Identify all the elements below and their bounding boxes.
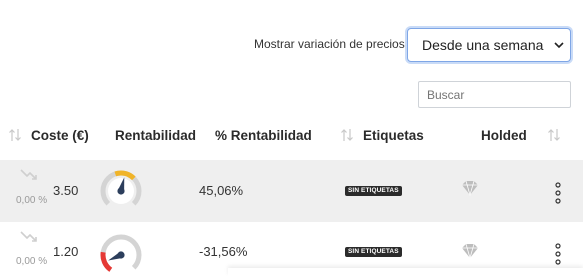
tag-badge: SIN ETIQUETAS [345, 247, 402, 257]
price-variation-filter: Mostrar variación de precios Desde una s… [0, 26, 583, 64]
price-variation-value: 0,00 % [16, 256, 48, 267]
kebab-menu-icon[interactable] [555, 182, 561, 204]
rentabilidad-gauge [100, 170, 142, 206]
column-header-rentabilidad-pct[interactable]: % Rentabilidad [215, 128, 312, 143]
cost-value: 1.20 [53, 244, 79, 259]
gauge-hub [117, 251, 125, 259]
column-header-rentabilidad[interactable]: Rentabilidad [115, 128, 196, 143]
column-header-cost[interactable]: Coste (€) [31, 128, 89, 143]
sort-arrows-icon[interactable] [8, 127, 22, 143]
cost-value: 3.50 [53, 183, 79, 198]
kebab-menu-icon[interactable] [555, 243, 561, 265]
sort-arrows-icon[interactable] [547, 127, 561, 143]
sort-arrows-icon[interactable] [340, 127, 354, 143]
period-select[interactable]: Desde una semana [407, 28, 571, 62]
holded-diamond-icon[interactable] [461, 243, 479, 259]
holded-diamond-icon[interactable] [461, 180, 479, 196]
trend-down-icon [20, 169, 37, 180]
period-select-value: Desde una semana [422, 37, 544, 53]
table-header: Coste (€) Rentabilidad % Rentabilidad Et… [0, 118, 583, 154]
rentabilidad-pct-value: -31,56% [199, 244, 248, 259]
search-input[interactable] [418, 81, 571, 108]
column-header-etiquetas[interactable]: Etiquetas [363, 128, 424, 143]
gauge-level-arc [114, 170, 136, 181]
rentabilidad-pct-value: 45,06% [199, 183, 244, 198]
trend-down-icon [20, 231, 37, 242]
tag-badge: SIN ETIQUETAS [345, 186, 402, 196]
price-variation-label: Mostrar variación de precios [254, 37, 405, 51]
column-header-holded[interactable]: Holded [481, 128, 527, 143]
chevron-down-icon [554, 42, 564, 49]
gauge-hub [117, 187, 125, 195]
price-variation-value: 0,00 % [16, 195, 48, 206]
popup-edge [228, 268, 583, 276]
rentabilidad-gauge [100, 234, 142, 272]
table-row[interactable]: 3.50 0,00 % 45,06% SIN ETIQUETAS [0, 160, 583, 222]
